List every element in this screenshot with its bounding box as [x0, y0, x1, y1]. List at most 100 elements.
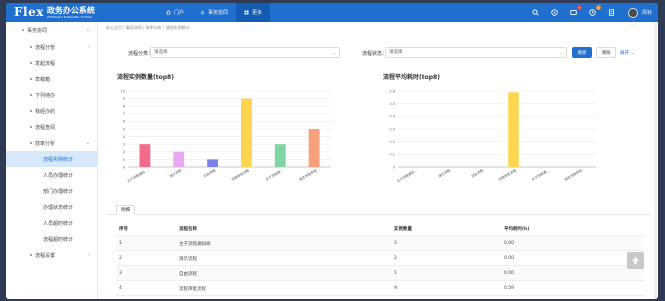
category-select[interactable]: 请选择 ⌄ [150, 47, 340, 58]
chevron-right-icon: › [88, 44, 90, 50]
x-tick-label: 流程审批流程 [230, 167, 250, 182]
x-tick-label: 固定流程审批 [563, 167, 583, 182]
sidebar-item-label: 流程设置 [35, 252, 56, 259]
status-label: 流程状态： [362, 51, 388, 57]
tab-detail[interactable]: 明细 [116, 205, 135, 215]
sidebar-item-efficiency[interactable]: 效率分析 ⌄ [6, 135, 98, 151]
page-scrollbar[interactable] [654, 22, 657, 299]
sidebar-item-label: 效率分析 [35, 140, 56, 147]
bar[interactable] [207, 159, 218, 167]
y-tick-label: 6 [123, 120, 125, 124]
sync-icon [200, 10, 205, 15]
y-tick-label: 0.4 [389, 115, 395, 119]
table-cell: 演示流程 [179, 257, 197, 262]
chart-title-instances: 流程实例数量(top8) [117, 74, 174, 81]
x-tick-label: 主子流程通知... [396, 168, 418, 184]
compass-icon[interactable] [550, 8, 559, 17]
sidebar-item-label: 草稿箱 [35, 76, 51, 83]
x-tick-label: 自由流程 [470, 167, 485, 178]
y-tick-label: 2 [123, 150, 125, 154]
x-tick-label: 演示流程 [168, 167, 183, 178]
table-cell: 4 [119, 286, 122, 291]
bar[interactable] [139, 144, 151, 167]
sidebar-subitem-label: 流程实例统计 [43, 156, 74, 163]
username[interactable]: 风铃 [642, 9, 652, 16]
sidebar-subitem-instance-stats[interactable]: 流程实例统计 [6, 151, 98, 167]
y-tick-label: 0.3 [389, 127, 395, 131]
sidebar-item-start-process[interactable]: 发起流程 [6, 55, 98, 71]
table-cell: 9 [394, 286, 397, 291]
menu-dot-icon [30, 110, 32, 112]
x-tick-label: 主子流程通... [264, 168, 284, 182]
y-tick-label: 0 [393, 165, 395, 169]
table-cell: 3 [119, 271, 122, 276]
nav-portal[interactable]: 门户 [158, 3, 192, 22]
table-row[interactable]: 4 流程审批流程 9 0.59 [116, 281, 644, 296]
sidebar: 事务协同 ⌄ 流程分管 › 发起流程 草稿箱 下列待办 我经办的 流程查阅 效率… [6, 22, 98, 299]
sidebar-subitem-person-stats[interactable]: 人员办理统计 [6, 167, 98, 183]
nav-collab-label: 事务协同 [208, 10, 229, 16]
sidebar-subitem-label: 流程超时统计 [43, 236, 74, 243]
message-icon[interactable]: 7 [569, 5, 582, 17]
search-button[interactable]: 搜索 [572, 47, 592, 58]
y-tick-label: 7 [123, 112, 125, 116]
table-cell: 流程审批流程 [179, 287, 206, 292]
sidebar-subitem-label: 人员办理统计 [43, 172, 74, 179]
app-subtitle: ZHENGWU BANGONG XITONG [46, 14, 93, 19]
x-tick-label: 主子流程通... [530, 168, 550, 182]
sidebar-subitem-status-stats[interactable]: 办理状态统计 [6, 199, 98, 215]
status-select[interactable]: 请选择 ⌄ [385, 47, 567, 58]
average-duration-chart: 0 0.1 0.2 0.3 0.4 0.5 0.6 主子流程通知... 演示流程 自由流程 流程审批… [389, 89, 596, 184]
filter-bar: 流程分类： 请选择 ⌄ 流程状态： 请选择 ⌄ 搜索 清除 展开 ⌄ [106, 46, 651, 61]
bar[interactable] [308, 129, 320, 167]
bar[interactable] [508, 92, 519, 167]
sidebar-item-process-query[interactable]: 流程查阅 [6, 119, 98, 135]
menu-dot-icon [30, 94, 32, 96]
nav-portal-label: 门户 [174, 10, 185, 16]
y-tick-label: 1 [123, 158, 125, 162]
nav-collab[interactable]: 事务协同 [192, 3, 236, 22]
table-row[interactable]: 3 自由流程 1 0.00 [116, 266, 644, 281]
sidebar-subitem-person-overtime[interactable]: 人员超时统计 [6, 215, 98, 231]
clear-button[interactable]: 清除 [596, 47, 616, 58]
brand[interactable]: Flex 政务办公系统 ZHENGWU BANGONG XITONG [14, 5, 95, 19]
sidebar-item-drafts[interactable]: 草稿箱 [6, 71, 98, 87]
search-icon[interactable] [531, 8, 540, 17]
x-tick-label: 固定流程审批 [298, 167, 318, 182]
bar[interactable] [241, 98, 252, 167]
chevron-down-icon: ⌄ [332, 50, 336, 55]
expand-link[interactable]: 展开 ⌄ [620, 50, 634, 56]
table-row[interactable]: 2 演示流程 2 0.00 [116, 251, 644, 266]
table-header: 序号 流程名称 实例数量 平均耗时(h) [116, 221, 644, 236]
app-title: 政务办公系统 [46, 5, 95, 15]
table-row[interactable]: 1 主子流程通知阅 3 0.00 [116, 236, 644, 251]
bar[interactable] [173, 151, 185, 167]
x-tick-label: 流程审批流程 [497, 167, 517, 182]
menu-dot-icon [22, 29, 24, 31]
app-logo: Flex [14, 5, 44, 19]
sidebar-group-collab[interactable]: 事务协同 ⌄ [6, 22, 98, 38]
sidebar-item-handled[interactable]: 我经办的 [6, 103, 98, 119]
column-header: 实例数量 [394, 227, 412, 232]
back-to-top-button[interactable] [627, 252, 644, 269]
document-icon[interactable] [607, 8, 616, 17]
table-cell: 2 [394, 256, 397, 261]
avatar[interactable] [627, 7, 638, 18]
stats-table: 序号 流程名称 实例数量 平均耗时(h) 1 主子流程通知阅 3 0.00 2 演示流程 2 0.00… [116, 221, 644, 296]
category-select-value: 请选择 [154, 50, 168, 55]
nav-more[interactable]: 更多 [236, 3, 271, 22]
bar[interactable] [274, 144, 286, 167]
top-nav: 门户 事务协同 更多 [158, 3, 271, 22]
chart-title-duration: 流程平均耗时(top8) [383, 74, 440, 81]
chevron-right-icon: › [88, 252, 90, 258]
sidebar-subitem-dept-stats[interactable]: 部门办理统计 [6, 183, 98, 199]
sidebar-subitem-label: 办理状态统计 [43, 204, 74, 211]
sidebar-item-process-settings[interactable]: 流程设置 › [6, 247, 98, 263]
sidebar-item-todo[interactable]: 下列待办 [6, 87, 98, 103]
clock-icon[interactable]: 8 [588, 5, 601, 17]
sidebar-item-process-manage[interactable]: 流程分管 › [6, 39, 98, 55]
y-tick-label: 9 [123, 97, 125, 101]
table-cell: 自由流程 [179, 272, 197, 277]
y-tick-label: 4 [123, 135, 126, 139]
sidebar-subitem-process-overtime[interactable]: 流程超时统计 [6, 231, 98, 247]
